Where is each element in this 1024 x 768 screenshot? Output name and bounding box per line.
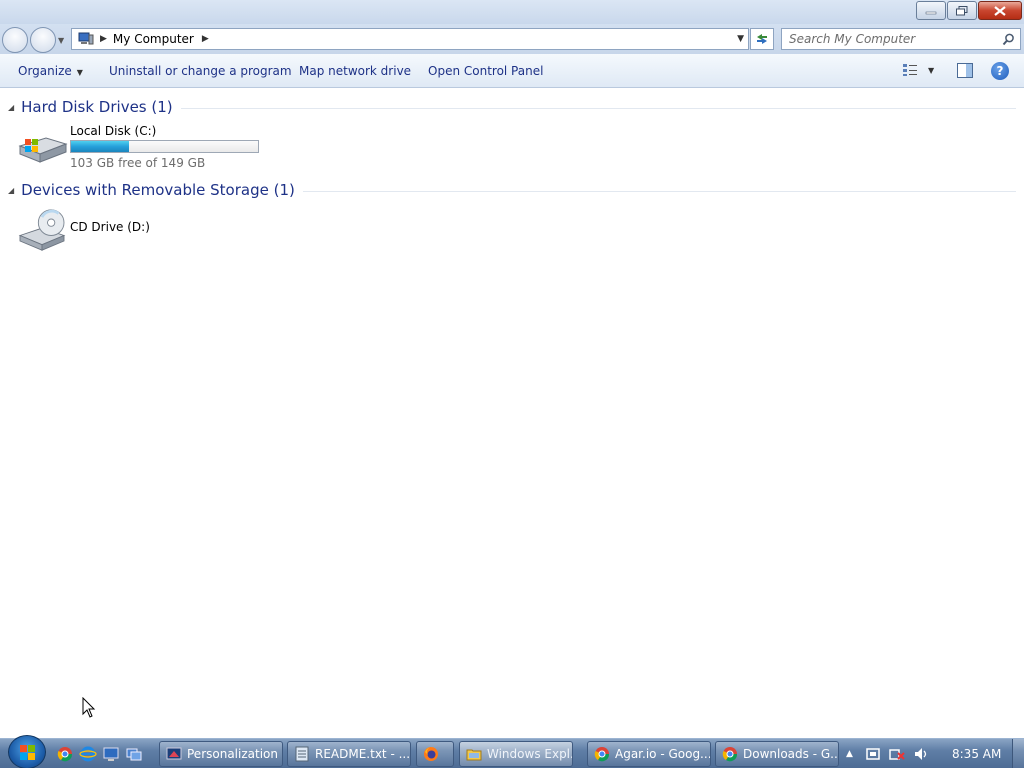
- drive-item-local-disk-c[interactable]: Local Disk (C:) 103 GB free of 149 GB: [16, 124, 259, 170]
- taskbar-button-windows-explorer[interactable]: Windows Expl...: [459, 741, 573, 767]
- forward-button[interactable]: [30, 27, 56, 53]
- chrome-icon: [722, 747, 738, 762]
- cd-drive-icon: [18, 209, 66, 251]
- personalization-icon: [166, 747, 182, 760]
- show-desktop-button[interactable]: [1012, 739, 1024, 768]
- group-header-hard-disks[interactable]: ◢ Hard Disk Drives (1): [8, 98, 1016, 116]
- search-icon[interactable]: [1002, 33, 1015, 46]
- taskbar-button-label: README.txt - ...: [315, 747, 411, 761]
- taskbar-button-personalization[interactable]: Personalization: [159, 741, 283, 767]
- taskbar-button-firefox[interactable]: [416, 741, 454, 767]
- search-box[interactable]: [781, 28, 1021, 50]
- title-bar: [0, 0, 1024, 24]
- chevron-down-icon: ▼: [928, 65, 935, 75]
- address-history-dropdown[interactable]: ▼: [737, 34, 744, 44]
- chrome-icon: [594, 747, 610, 762]
- mouse-cursor-icon: [82, 697, 96, 718]
- search-input[interactable]: [789, 32, 989, 46]
- command-bar: Organize ▼ Uninstall or change a program …: [0, 54, 1024, 88]
- change-view-button[interactable]: ▼: [902, 63, 934, 77]
- disk-usage-fill: [71, 141, 129, 152]
- disk-usage-bar: [70, 140, 259, 153]
- refresh-icon: [757, 34, 767, 44]
- help-button[interactable]: ?: [991, 62, 1009, 80]
- drive-free-space: 103 GB free of 149 GB: [70, 156, 206, 170]
- preview-pane-button[interactable]: [957, 63, 973, 81]
- breadcrumb-my-computer[interactable]: My Computer: [113, 32, 194, 46]
- help-icon: ?: [996, 64, 1004, 78]
- content-pane: ◢ Hard Disk Drives (1) Local Disk (C:) 1…: [0, 89, 1024, 736]
- network-disconnected-icon[interactable]: [889, 746, 905, 762]
- drive-info: CD Drive (D:): [70, 208, 150, 252]
- taskbar-button-readme[interactable]: README.txt - ...: [287, 741, 411, 767]
- computer-icon: [78, 32, 94, 45]
- taskbar-button-downloads-chrome[interactable]: Downloads - G...: [715, 741, 839, 767]
- desktop-icon[interactable]: [102, 746, 120, 762]
- breadcrumb-arrow-icon[interactable]: ▶: [202, 34, 209, 44]
- minimize-button[interactable]: [916, 1, 946, 20]
- refresh-button[interactable]: [750, 28, 774, 50]
- taskbar-button-label: Personalization: [187, 747, 278, 761]
- collapse-triangle-icon[interactable]: ◢: [8, 103, 14, 112]
- taskbar-button-label: Agar.io - Goog...: [615, 747, 711, 761]
- taskbar-button-agar-chrome[interactable]: Agar.io - Goog...: [587, 741, 711, 767]
- group-divider: [180, 107, 1016, 109]
- views-icon: [903, 64, 917, 76]
- group-title: Devices with Removable Storage (1): [21, 181, 295, 199]
- group-title: Hard Disk Drives (1): [21, 98, 173, 116]
- breadcrumb-arrow-icon[interactable]: ▶: [100, 34, 107, 44]
- preview-pane-icon: [957, 63, 973, 78]
- taskbar: Personalization README.txt - ... Windows…: [0, 735, 1024, 768]
- restore-icon: [956, 5, 968, 15]
- restore-button[interactable]: [947, 1, 977, 20]
- ie-icon[interactable]: [79, 746, 97, 762]
- show-hidden-icons-button[interactable]: ▲: [846, 749, 853, 759]
- close-button[interactable]: [978, 1, 1022, 20]
- system-tray: ▲: [846, 746, 929, 762]
- drive-item-cd-drive-d[interactable]: CD Drive (D:): [16, 208, 150, 252]
- chevron-down-icon: ▼: [76, 68, 83, 77]
- firefox-icon: [424, 747, 438, 761]
- switch-windows-icon[interactable]: [125, 746, 143, 762]
- explorer-icon: [466, 749, 482, 761]
- windows-logo-icon: [20, 745, 35, 760]
- address-bar[interactable]: ▶ My Computer ▶ ▼: [71, 28, 749, 50]
- action-center-icon[interactable]: [865, 746, 881, 762]
- drive-name: Local Disk (C:): [70, 124, 157, 138]
- back-button[interactable]: [2, 27, 28, 53]
- address-row: ▼ ▶ My Computer ▶ ▼: [0, 24, 1024, 54]
- uninstall-program-button[interactable]: Uninstall or change a program: [109, 64, 292, 78]
- notepad-icon: [295, 746, 309, 762]
- organize-label: Organize: [18, 64, 72, 78]
- close-icon: [994, 5, 1006, 16]
- system-clock[interactable]: 8:35 AM: [952, 747, 1001, 761]
- taskbar-button-label: Windows Expl...: [487, 747, 573, 761]
- caption-buttons: [915, 1, 1022, 20]
- map-network-drive-button[interactable]: Map network drive: [299, 64, 411, 78]
- collapse-triangle-icon[interactable]: ◢: [8, 186, 14, 195]
- drive-name: CD Drive (D:): [70, 220, 150, 234]
- group-divider: [302, 190, 1016, 192]
- minimize-icon: [925, 11, 937, 14]
- hard-disk-icon: [18, 137, 68, 163]
- start-button[interactable]: [8, 735, 46, 768]
- open-control-panel-button[interactable]: Open Control Panel: [428, 64, 543, 78]
- drive-info: Local Disk (C:) 103 GB free of 149 GB: [70, 124, 259, 170]
- recent-pages-dropdown[interactable]: ▼: [58, 36, 64, 45]
- chrome-icon[interactable]: [56, 746, 74, 762]
- group-header-removable-storage[interactable]: ◢ Devices with Removable Storage (1): [8, 181, 1016, 199]
- volume-icon[interactable]: [913, 746, 929, 762]
- taskbar-button-label: Downloads - G...: [743, 747, 839, 761]
- organize-button[interactable]: Organize ▼: [18, 64, 83, 78]
